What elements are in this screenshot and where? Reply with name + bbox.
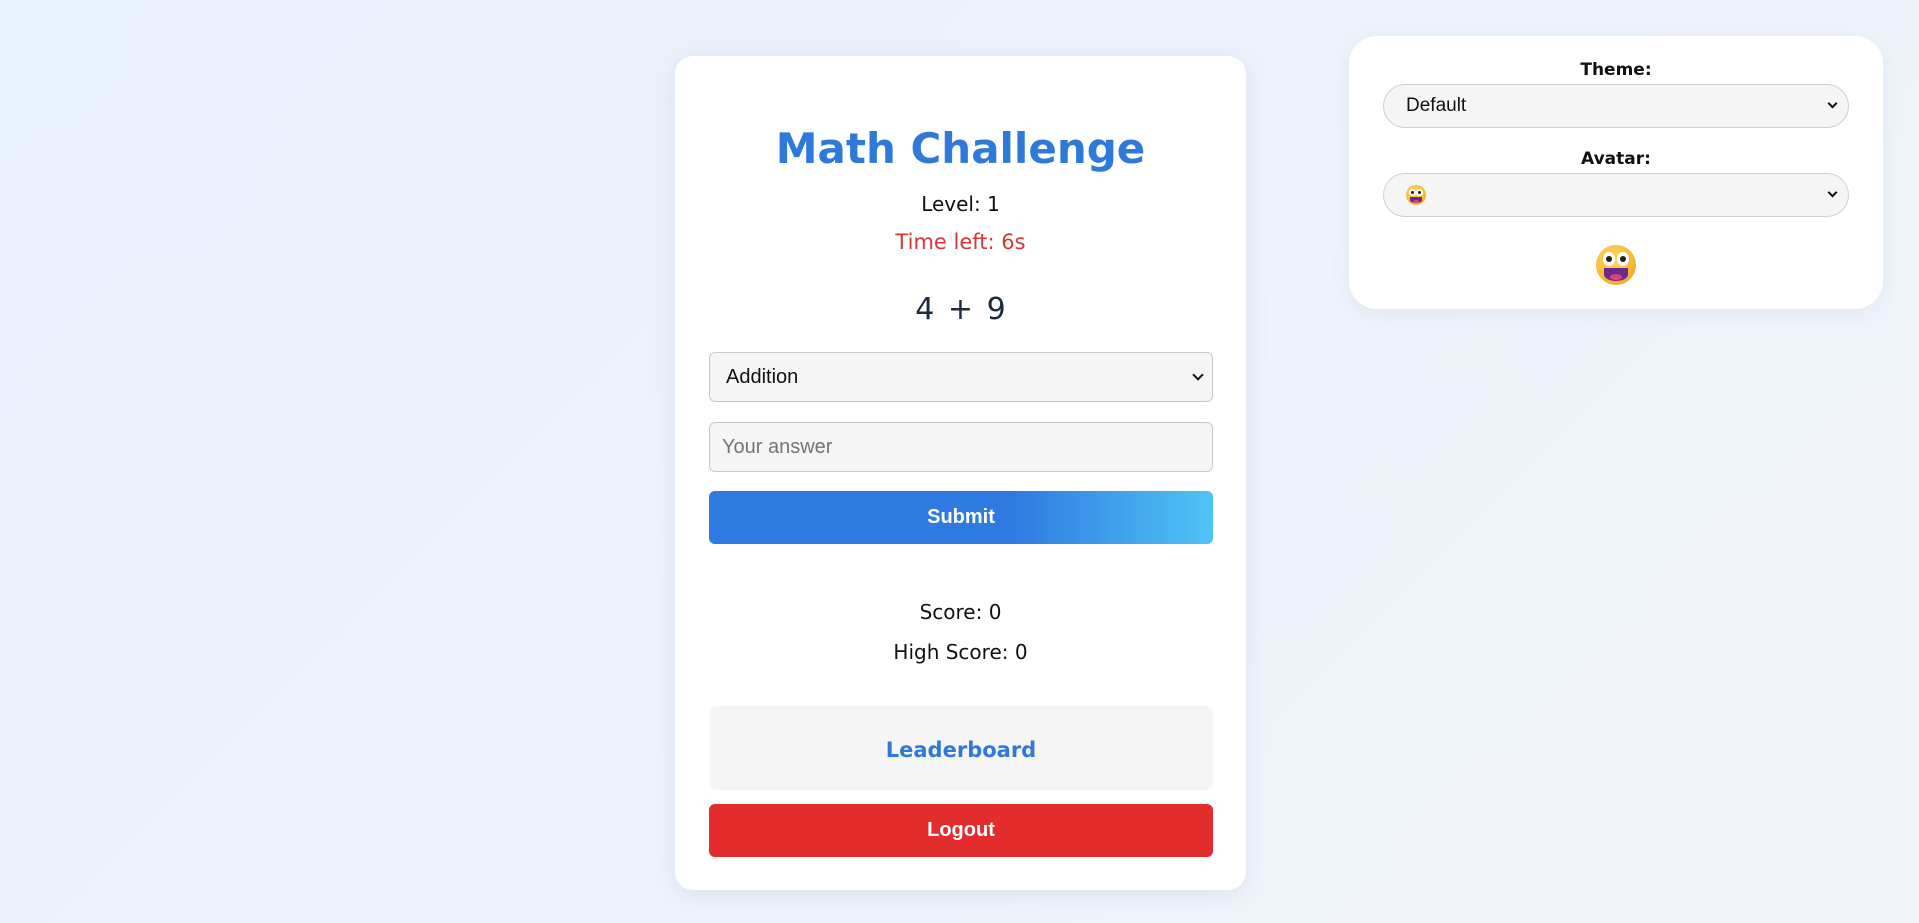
page-title: Math Challenge [775, 124, 1146, 173]
settings-panel: Theme: Default Avatar: [1349, 36, 1883, 309]
time-left-indicator: Time left: 6s [895, 230, 1026, 254]
level-indicator: Level: 1 [921, 192, 1000, 216]
operation-select[interactable]: Addition [709, 352, 1213, 402]
operation-select-value: Addition [726, 365, 799, 388]
avatar-select[interactable] [1383, 173, 1849, 217]
leaderboard-title: Leaderboard [885, 738, 1037, 762]
game-card: Math Challenge Level: 1 Time left: 6s 4 … [675, 56, 1246, 890]
math-problem: 4 + 9 [915, 292, 1006, 327]
theme-select[interactable]: Default [1383, 84, 1849, 128]
theme-label: Theme: [1580, 60, 1652, 80]
leaderboard-panel: Leaderboard [709, 706, 1213, 790]
chevron-down-icon [1827, 187, 1838, 198]
answer-input[interactable] [709, 422, 1213, 472]
avatar-label: Avatar: [1581, 149, 1651, 169]
logout-button[interactable]: Logout [709, 804, 1213, 857]
submit-button[interactable]: Submit [709, 491, 1213, 544]
chevron-down-icon [1192, 368, 1204, 381]
score-display: Score: 0 [919, 600, 1002, 624]
theme-select-value: Default [1406, 95, 1467, 116]
high-score-display: High Score: 0 [893, 640, 1028, 664]
chevron-down-icon [1827, 98, 1838, 109]
grinning-face-emoji-icon [1596, 245, 1636, 285]
avatar-preview [1349, 245, 1883, 290]
grinning-face-emoji-icon [1406, 185, 1426, 205]
